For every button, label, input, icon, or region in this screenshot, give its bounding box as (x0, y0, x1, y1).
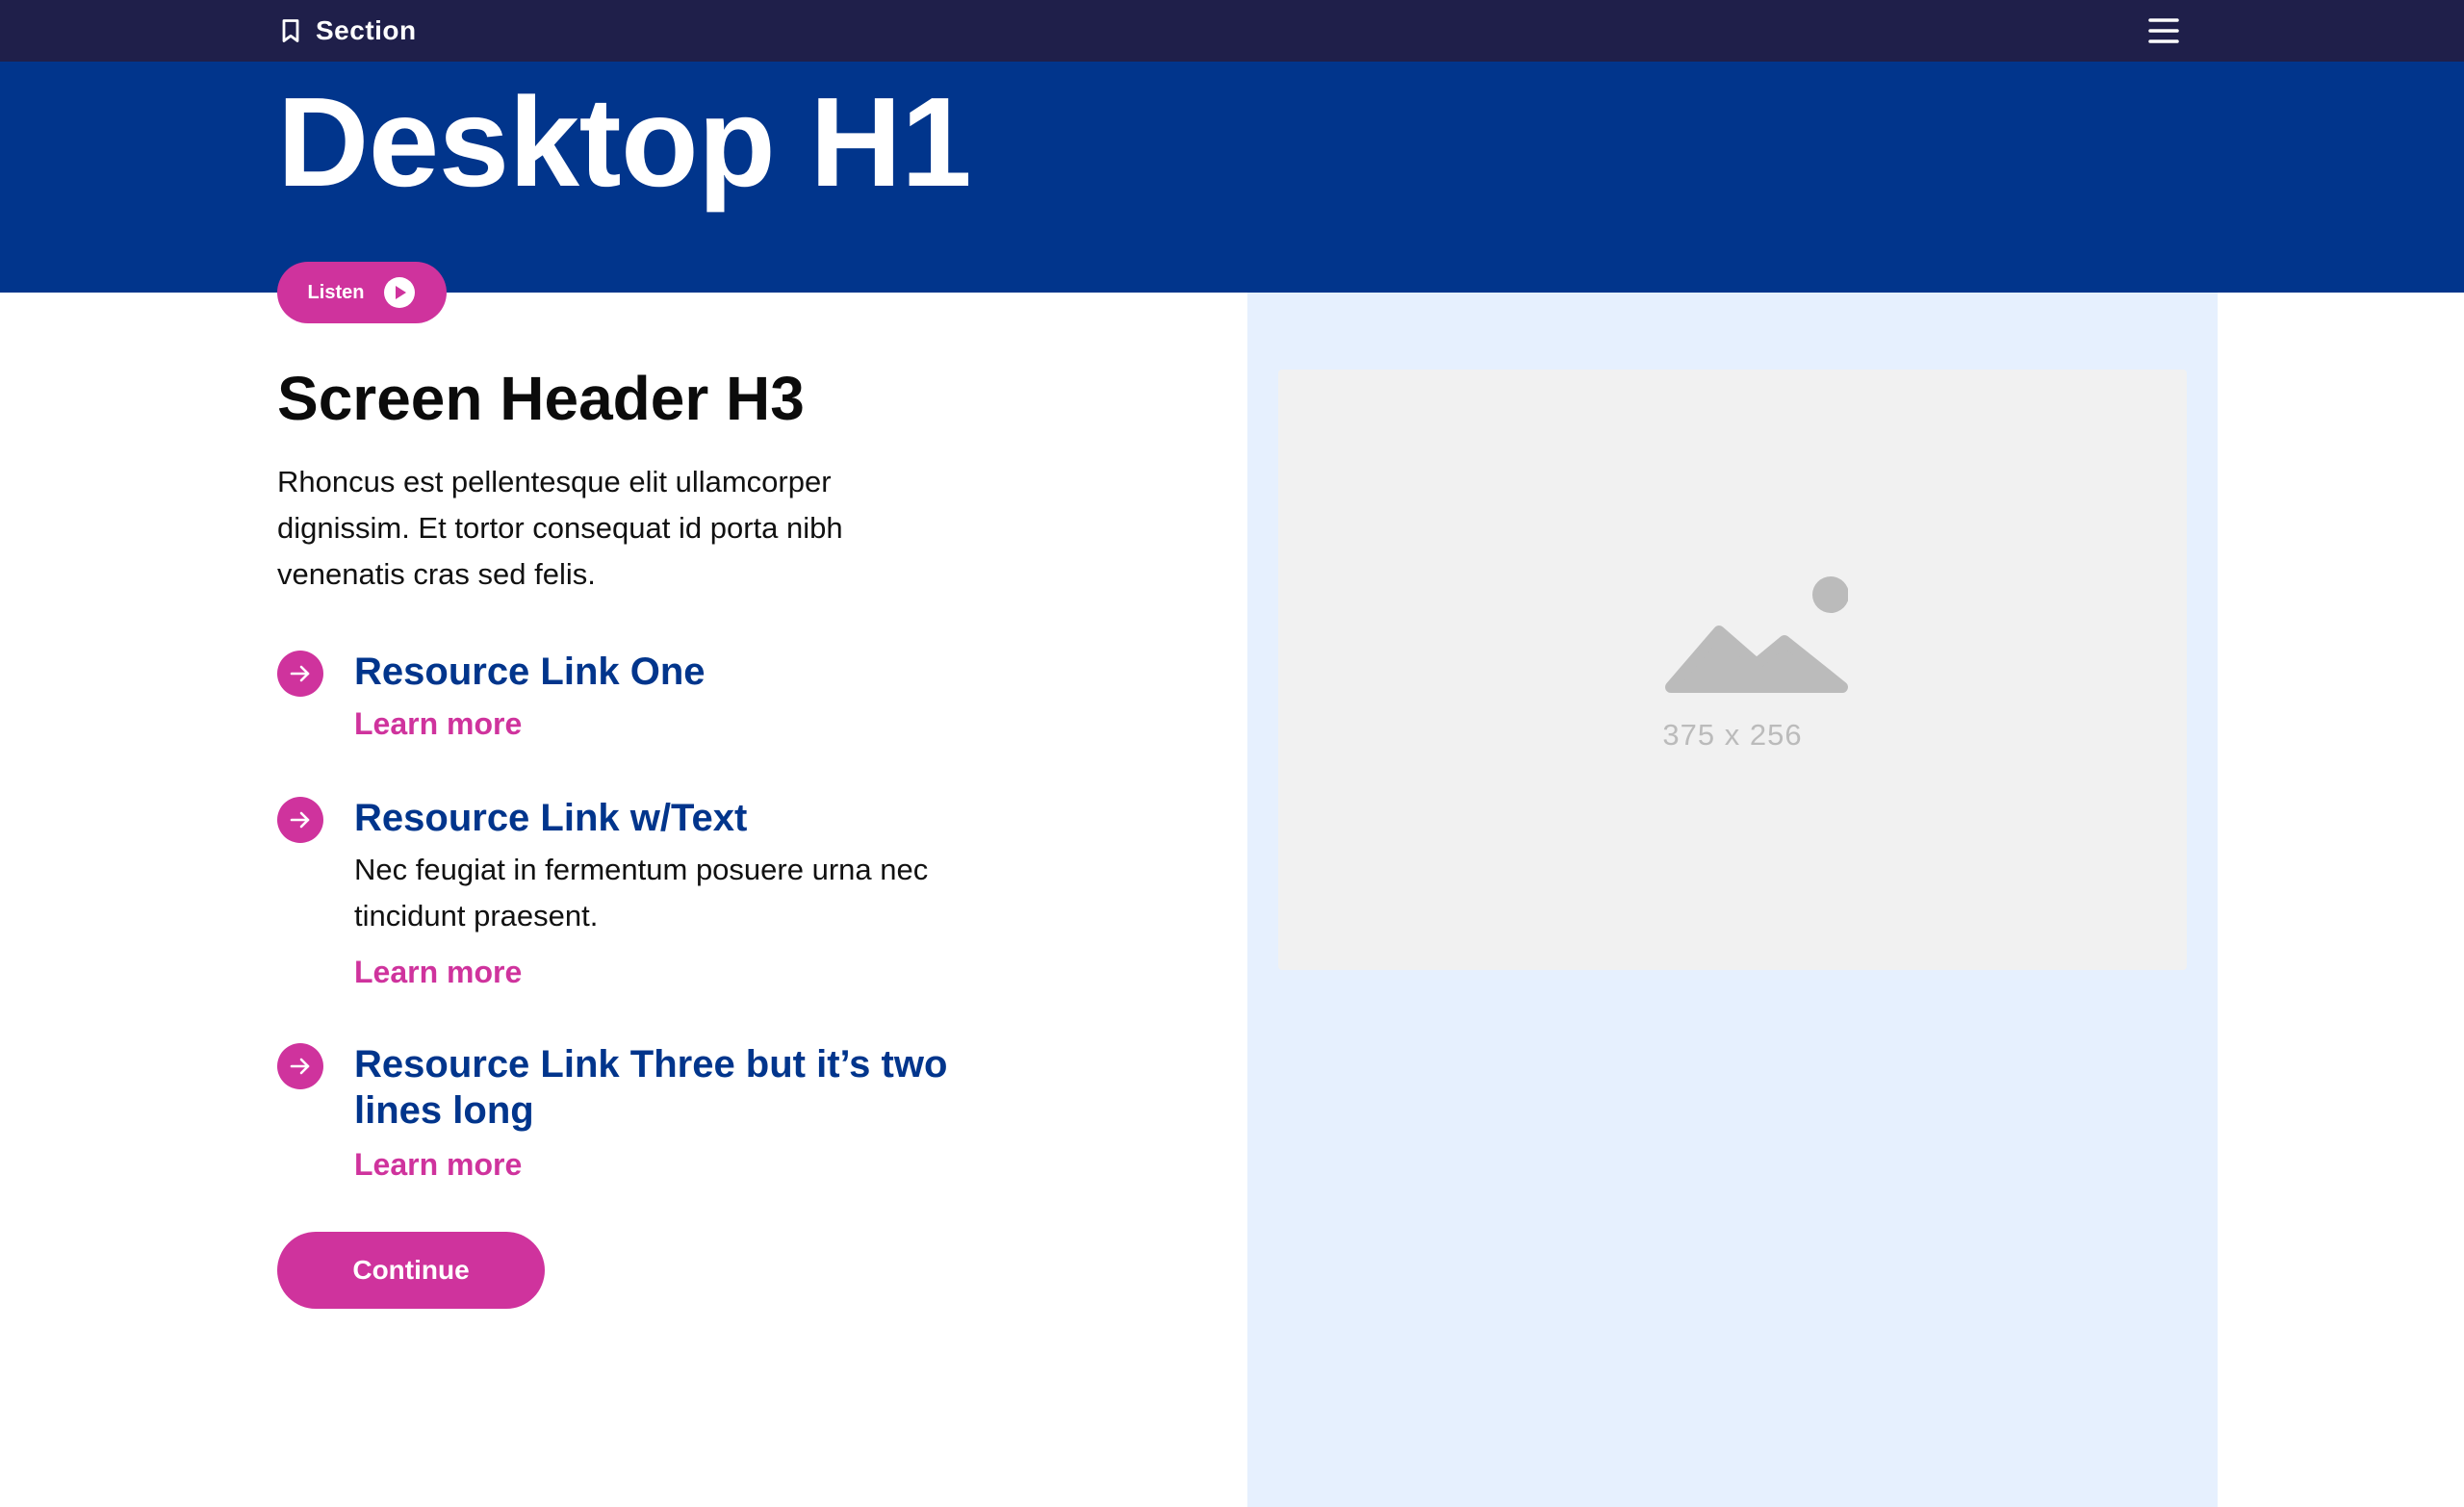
listen-label: Listen (307, 281, 365, 303)
image-placeholder-icon (1665, 576, 1848, 693)
intro-paragraph: Rhoncus est pellentesque elit ullamcorpe… (277, 464, 843, 591)
continue-button[interactable]: Continue (277, 1232, 545, 1309)
page-title: Desktop H1 (277, 71, 972, 213)
image-placeholder: 375 x 256 (1278, 370, 2187, 970)
play-icon (384, 277, 416, 308)
arrow-right-icon[interactable] (277, 1043, 323, 1089)
screen-header: Screen Header H3 (277, 364, 805, 433)
resource-link-title[interactable]: Resource Link Three but it’s two lines l… (354, 1041, 970, 1134)
learn-more-link[interactable]: Learn more (354, 953, 522, 991)
learn-more-link[interactable]: Learn more (354, 1145, 522, 1184)
listen-button[interactable]: Listen (277, 262, 447, 323)
arrow-right-icon[interactable] (277, 797, 323, 843)
side-panel: 375 x 256 (1247, 293, 2218, 1507)
arrow-right-icon[interactable] (277, 651, 323, 697)
resource-link-title[interactable]: Resource Link w/Text (354, 795, 970, 841)
main-content: Screen Header H3 Rhoncus est pellentesqu… (277, 362, 1009, 1182)
bookmark-icon (282, 19, 299, 42)
section-link[interactable]: Section (277, 0, 417, 62)
image-dimensions-label: 375 x 256 (1662, 718, 1803, 752)
section-label: Section (316, 15, 417, 45)
hamburger-menu-icon (2148, 18, 2179, 43)
resource-link-title[interactable]: Resource Link One (354, 649, 970, 695)
hamburger-menu-button[interactable] (2141, 13, 2187, 48)
top-bar: Section (0, 0, 2464, 62)
learn-more-link[interactable]: Learn more (354, 704, 522, 743)
resource-link-description: Nec feugiat in fermentum posuere urna ne… (354, 853, 929, 932)
